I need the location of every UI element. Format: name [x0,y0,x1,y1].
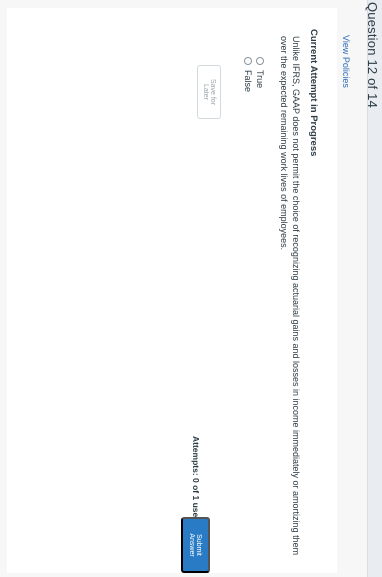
option-false[interactable]: False [243,57,253,92]
option-true-label: True [255,70,265,89]
option-false-label: False [243,70,253,93]
radio-true[interactable] [256,57,264,65]
view-policies-link[interactable]: View Policies [341,35,351,88]
radio-false[interactable] [244,57,252,65]
submit-answer-button[interactable]: Submit Answer [181,517,210,573]
option-true[interactable]: True [255,57,265,88]
save-for-later-button[interactable]: Save for Later [197,65,221,119]
question-text: Unlike IFRS, GAAP does not permit the ch… [279,36,301,556]
attempts-counter: Attempts: 0 of 1 used [191,436,201,523]
question-number-heading: Question 12 of 14 [365,2,380,109]
quiz-page: Question 12 of 14 View Policies Current … [0,0,382,577]
attempt-status-heading: Current Attempt in Progress [308,29,319,157]
